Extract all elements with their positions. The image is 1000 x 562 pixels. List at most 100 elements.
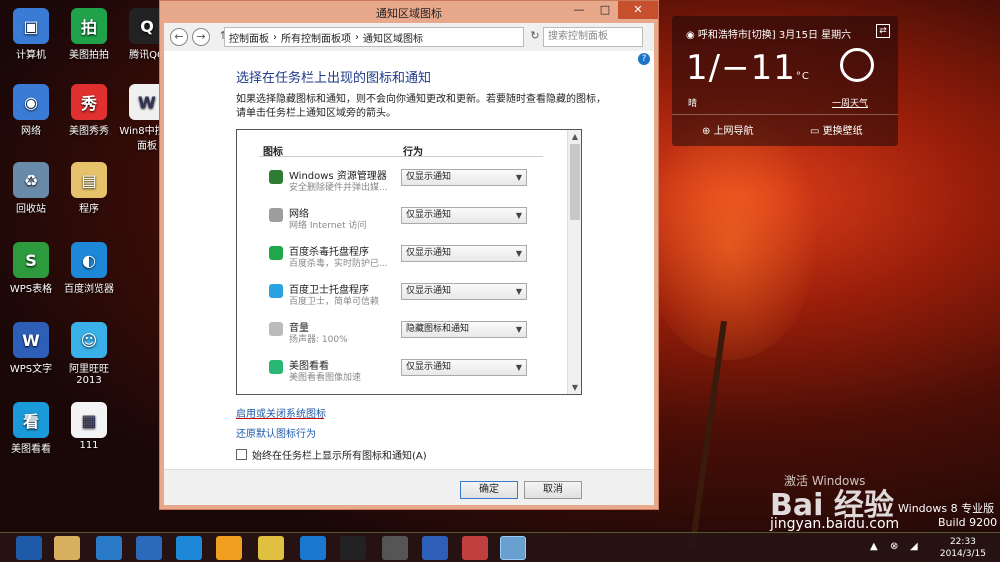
checkbox-box[interactable] <box>236 449 247 460</box>
close-button[interactable]: ✕ <box>618 1 658 19</box>
tray-app-icon <box>269 284 283 298</box>
desktop-icon-label: 计算机 <box>16 50 46 61</box>
browser-icon[interactable] <box>176 536 202 560</box>
network-icon[interactable]: ⊗ <box>890 541 904 555</box>
desktop-icon[interactable]: ◐ 百度浏览器 <box>58 242 120 295</box>
desktop-icon-label: 网络 <box>21 126 41 137</box>
media-icon[interactable] <box>382 536 408 560</box>
desktop-icon[interactable]: 看美图看看 <box>0 402 62 455</box>
desktop-icon[interactable]: 秀美图秀秀 <box>58 84 120 137</box>
app-icon: S <box>13 242 49 278</box>
desktop-icon-label: 百度浏览器 <box>64 284 114 295</box>
desktop-icon[interactable]: ◉ 网络 <box>0 84 62 137</box>
desktop-icon-label: 阿里旺旺2013 <box>69 364 109 386</box>
wps-icon[interactable] <box>422 536 448 560</box>
windows-edition: Windows 8 专业版 <box>898 502 995 515</box>
volume-icon[interactable]: ◢ <box>910 541 924 555</box>
start-icon[interactable] <box>16 536 42 560</box>
week-weather-link[interactable]: 一周天气 <box>832 96 868 109</box>
app-icon: 拍 <box>71 8 107 44</box>
checkbox-label: 始终在任务栏上显示所有图标和通知(A) <box>252 451 427 462</box>
chevron-up-icon[interactable]: ▲ <box>870 541 884 555</box>
address-bar: ← → ↑ 控制面板 › 所有控制面板项 › 通知区域图标 ↻ 搜索控制面板 <box>164 23 654 51</box>
app-icon[interactable] <box>216 536 242 560</box>
scrollbar[interactable]: ▲ ▼ <box>567 130 581 394</box>
breadcrumb-item[interactable]: 控制面板 <box>229 30 269 45</box>
temperature: 1/−11°C <box>686 48 810 88</box>
list-item: 美图看看 美图看看图像加速 仅显示通知 ▼ <box>237 356 567 394</box>
item-description: 网络 Internet 访问 <box>289 221 367 231</box>
restore-defaults-link[interactable]: 还原默认图标行为 <box>236 425 316 440</box>
weather-widget: ◉ 呼和浩特市[切换] 3月15日 星期六 ⇄ 1/−11°C 晴 一周天气 ⊕… <box>672 16 898 146</box>
always-show-checkbox[interactable]: 始终在任务栏上显示所有图标和通知(A) <box>236 447 427 462</box>
content-area: ? 选择在任务栏上出现的图标和通知 如果选择隐藏图标和通知，则不会向你通知更改和… <box>164 51 654 505</box>
chevron-down-icon: ▼ <box>515 325 522 334</box>
behavior-select[interactable]: 仅显示通知 ▼ <box>401 359 527 376</box>
minimize-button[interactable]: — <box>566 1 592 19</box>
chrome-icon[interactable] <box>258 536 284 560</box>
scroll-up-icon[interactable]: ▲ <box>568 132 581 141</box>
desktop-icon-label: 美图看看 <box>11 444 51 455</box>
search-input[interactable]: 搜索控制面板 <box>543 27 643 47</box>
app-icon[interactable] <box>136 536 162 560</box>
windows-build: Build 9200 <box>938 516 998 529</box>
desktop-icon[interactable]: 拍美图拍拍 <box>58 8 120 61</box>
forward-button[interactable]: → <box>192 28 210 46</box>
clock[interactable]: 22:33 2014/3/15 <box>940 536 986 560</box>
desktop-icon[interactable]: S WPS表格 <box>0 242 62 295</box>
widget-divider <box>672 114 898 115</box>
header-divider <box>259 156 543 157</box>
behavior-select[interactable]: 仅显示通知 ▼ <box>401 207 527 224</box>
behavior-select[interactable]: 仅显示通知 ▼ <box>401 169 527 186</box>
item-description: 扬声器: 100% <box>289 335 348 345</box>
desktop-icon[interactable]: ☺ 阿里旺旺2013 <box>58 322 120 386</box>
chevron-down-icon: ▼ <box>515 363 522 372</box>
page-title: 选择在任务栏上出现的图标和通知 <box>236 71 432 86</box>
desktop-icon[interactable]: ▣ 计算机 <box>0 8 62 61</box>
scroll-down-icon[interactable]: ▼ <box>568 383 581 392</box>
list-item: 音量 扬声器: 100% 隐藏图标和通知 ▼ <box>237 318 567 356</box>
desktop-icon-label: WPS文字 <box>9 364 53 375</box>
refresh-button[interactable]: ↻ <box>526 28 544 46</box>
cancel-button[interactable]: 取消 <box>524 481 582 499</box>
title-bar[interactable]: 通知区域图标 — □ ✕ <box>160 1 658 23</box>
switch-icon[interactable]: ⇄ <box>876 24 890 38</box>
behavior-select[interactable]: 隐藏图标和通知 ▼ <box>401 321 527 338</box>
desktop-icon[interactable]: ♻ 回收站 <box>0 162 62 215</box>
list-item: 百度卫士托盘程序 百度卫士，简单可信赖 仅显示通知 ▼ <box>237 280 567 318</box>
explorer-icon[interactable] <box>54 536 80 560</box>
web-nav-button[interactable]: ⊕ 上网导航 <box>702 122 754 137</box>
behavior-select[interactable]: 仅显示通知 ▼ <box>401 283 527 300</box>
breadcrumb-item[interactable]: 所有控制面板项 <box>281 30 351 45</box>
weather-location[interactable]: ◉ 呼和浩特市[切换] 3月15日 星期六 <box>686 26 851 41</box>
chevron-right-icon: › <box>273 31 277 43</box>
back-button[interactable]: ← <box>170 28 188 46</box>
app-icon[interactable] <box>462 536 488 560</box>
du-icon[interactable] <box>300 536 326 560</box>
chevron-down-icon: ▼ <box>515 211 522 220</box>
desktop-icon[interactable]: W WPS文字 <box>0 322 62 375</box>
desktop-icon-label: 程序 <box>79 204 99 215</box>
maximize-button[interactable]: □ <box>592 1 618 19</box>
tray-app-icon <box>269 170 283 184</box>
app-icon: ▦ <box>71 402 107 438</box>
ok-button[interactable]: 确定 <box>460 481 518 499</box>
chevron-down-icon: ▼ <box>515 249 522 258</box>
icon-list: 图标 行为 Windows 资源管理器 安全删除硬件并弹出媒... 仅显示通知 ▼… <box>236 129 582 395</box>
tray-app-icon <box>269 360 283 374</box>
change-wallpaper-button[interactable]: ▭ 更换壁纸 <box>810 122 863 137</box>
breadcrumb-item[interactable]: 通知区域图标 <box>363 30 423 45</box>
chevron-down-icon: ▼ <box>515 173 522 182</box>
app-icon: ◉ <box>13 84 49 120</box>
help-icon[interactable]: ? <box>638 53 650 65</box>
behavior-select[interactable]: 仅显示通知 ▼ <box>401 245 527 262</box>
desktop-icon[interactable]: ▦ 111 <box>58 402 120 451</box>
scroll-thumb[interactable] <box>570 144 580 220</box>
desktop-icon[interactable]: ▤ 程序 <box>58 162 120 215</box>
breadcrumb[interactable]: 控制面板 › 所有控制面板项 › 通知区域图标 <box>224 27 524 47</box>
chevron-right-icon: › <box>355 31 359 43</box>
qq-icon[interactable] <box>340 536 366 560</box>
app-icon[interactable] <box>96 536 122 560</box>
app-icon: ♻ <box>13 162 49 198</box>
control-panel-icon[interactable] <box>500 536 526 560</box>
